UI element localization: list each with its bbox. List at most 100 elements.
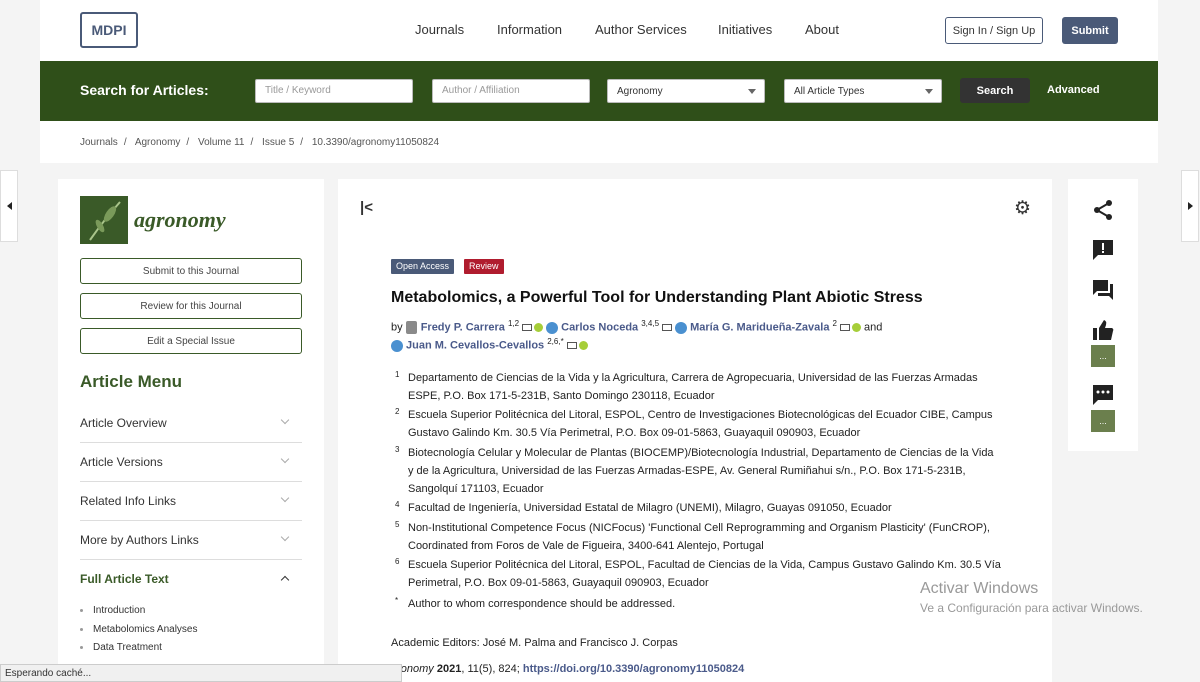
toc-label: Metabolomics Analyses <box>93 624 198 635</box>
journal-logo-image[interactable] <box>80 196 128 244</box>
journal-select-value: Agronomy <box>617 86 663 97</box>
user-icon <box>391 339 403 352</box>
author-name[interactable]: Carlos Noceda <box>561 322 638 334</box>
article-type-select[interactable]: All Article Types <box>784 79 942 103</box>
review-badge: Review <box>464 259 504 274</box>
submit-button[interactable]: Submit <box>1062 17 1118 44</box>
doi-link[interactable]: https://doi.org/10.3390/agronomy11050824 <box>523 663 744 675</box>
journal-select[interactable]: Agronomy <box>607 79 765 103</box>
user-icon <box>546 321 559 334</box>
toc-item[interactable]: Data Treatment <box>80 642 162 653</box>
title-keyword-input[interactable]: Title / Keyword <box>255 79 413 103</box>
chevron-down-icon <box>280 532 290 542</box>
author-affiliation-input[interactable]: Author / Affiliation <box>432 79 590 103</box>
affiliation: 3 Biotecnología Celular y Molecular de Pl… <box>391 444 1001 498</box>
gear-icon[interactable]: ⚙ <box>1014 197 1031 220</box>
author-sup: 2,6,* <box>547 337 564 346</box>
nav-about[interactable]: About <box>805 22 839 37</box>
open-access-badge: Open Access <box>391 259 455 274</box>
crumb-issue[interactable]: Issue 5 <box>262 137 294 148</box>
mail-icon[interactable] <box>566 342 577 350</box>
affiliation-text: Non-Institutional Competence Focus (NICF… <box>408 522 990 552</box>
citation-year: 2021 <box>436 663 462 675</box>
breadcrumb-bar: Journals / Agronomy / Volume 11/ Issue 5/ … <box>40 121 1158 163</box>
affiliation-text: Departamento de Ciencias de la Vida y la… <box>408 372 978 402</box>
menu-more-by-authors[interactable]: More by Authors Links <box>80 521 302 560</box>
chat-icon[interactable] <box>1090 382 1116 408</box>
report-error-icon[interactable] <box>1090 237 1116 263</box>
toc-item[interactable]: Introduction <box>80 605 145 616</box>
nav-author-services[interactable]: Author Services <box>595 22 687 37</box>
submit-to-journal-button[interactable]: Submit to this Journal <box>80 258 302 284</box>
mail-icon[interactable] <box>662 324 673 332</box>
nav-information[interactable]: Information <box>497 22 562 37</box>
crumb-doi[interactable]: 10.3390/agronomy11050824 <box>312 137 439 148</box>
menu-item-label: Article Overview <box>80 416 167 430</box>
more-icon[interactable]: ... <box>1091 410 1115 432</box>
bullet-icon <box>80 645 83 649</box>
review-for-journal-button[interactable]: Review for this Journal <box>80 293 302 319</box>
menu-item-label: Article Versions <box>80 455 163 469</box>
wheat-icon <box>89 201 121 241</box>
journal-name[interactable]: agronomy <box>134 207 226 233</box>
author-name[interactable]: María G. Maridueña-Zavala <box>690 322 829 334</box>
orcid-icon[interactable] <box>851 323 861 333</box>
crumb-volume[interactable]: Volume 11 <box>198 137 245 148</box>
comments-icon[interactable] <box>1090 277 1116 303</box>
bullet-icon <box>80 608 83 612</box>
crumb-journals[interactable]: Journals <box>80 137 118 148</box>
first-page-icon[interactable]: |< <box>360 199 373 216</box>
author-line-2: Juan M. Cevallos-Cevallos 2,6,* <box>391 337 1011 352</box>
orcid-icon[interactable] <box>534 323 544 333</box>
and-label: and <box>864 321 883 334</box>
menu-article-versions[interactable]: Article Versions <box>80 443 302 482</box>
windows-watermark-subtitle: Ve a Configuración para activar Windows. <box>920 601 1143 615</box>
menu-full-article-text[interactable]: Full Article Text <box>80 560 302 599</box>
affiliation: 2 Escuela Superior Politécnica del Litora… <box>391 406 1001 442</box>
toc-item[interactable]: Metabolomics Analyses <box>80 624 198 635</box>
menu-related-info-links[interactable]: Related Info Links <box>80 482 302 521</box>
by-label: by <box>391 321 403 334</box>
mdpi-logo[interactable]: MDPI <box>80 12 138 48</box>
affiliation-text: Author to whom correspondence should be … <box>408 598 676 610</box>
author-sup: 2 <box>832 319 837 328</box>
nav-journals[interactable]: Journals <box>415 22 464 37</box>
thumbs-up-icon[interactable] <box>1090 317 1116 343</box>
previous-article-tab[interactable] <box>0 170 18 242</box>
mail-icon[interactable] <box>522 324 533 332</box>
search-bar: Search for Articles: Title / Keyword Aut… <box>40 61 1158 121</box>
author-sup: 1,2 <box>507 319 520 328</box>
affiliation-number: 4 <box>395 500 400 509</box>
orcid-icon[interactable] <box>578 341 588 351</box>
breadcrumb: Journals / Agronomy / Volume 11/ Issue 5/ … <box>80 137 440 148</box>
author-name[interactable]: Juan M. Cevallos-Cevallos <box>406 340 544 352</box>
author-sup: 3,4,5 <box>641 319 660 328</box>
nav-initiatives[interactable]: Initiatives <box>718 22 772 37</box>
logo-text: MDPI <box>91 22 127 38</box>
arrow-left-icon <box>6 202 12 210</box>
chevron-up-icon <box>280 575 290 585</box>
more-icon[interactable]: ... <box>1091 345 1115 367</box>
crumb-agronomy[interactable]: Agronomy <box>135 137 181 148</box>
citation: gronomy 2021, 11(5), 824; https://doi.or… <box>391 663 744 675</box>
affiliation: 1 Departamento de Ciencias de la Vida y l… <box>391 369 1001 405</box>
mail-icon[interactable] <box>839 324 850 332</box>
search-button[interactable]: Search <box>960 78 1030 103</box>
affiliation-number: 5 <box>395 520 400 529</box>
arrow-right-icon <box>1187 202 1193 210</box>
academic-editors: Academic Editors: José M. Palma and Fran… <box>391 637 678 649</box>
author-name[interactable]: Fredy P. Carrera <box>421 322 505 334</box>
affiliation: * Author to whom correspondence should be… <box>391 595 1001 613</box>
chevron-down-icon <box>925 89 933 94</box>
edit-special-issue-button[interactable]: Edit a Special Issue <box>80 328 302 354</box>
share-icon[interactable] <box>1090 197 1116 223</box>
toc-label: Data Treatment <box>93 642 162 653</box>
affiliation: 4 Facultad de Ingeniería, Universidad Est… <box>391 499 1001 517</box>
affiliation-number: 6 <box>395 557 400 566</box>
advanced-search-link[interactable]: Advanced <box>1047 84 1100 96</box>
next-article-tab[interactable] <box>1181 170 1199 242</box>
affiliation: 5 Non-Institutional Competence Focus (NIC… <box>391 519 1001 555</box>
sign-in-button[interactable]: Sign In / Sign Up <box>945 17 1043 44</box>
affiliation-number: 3 <box>395 445 400 454</box>
menu-article-overview[interactable]: Article Overview <box>80 404 302 443</box>
